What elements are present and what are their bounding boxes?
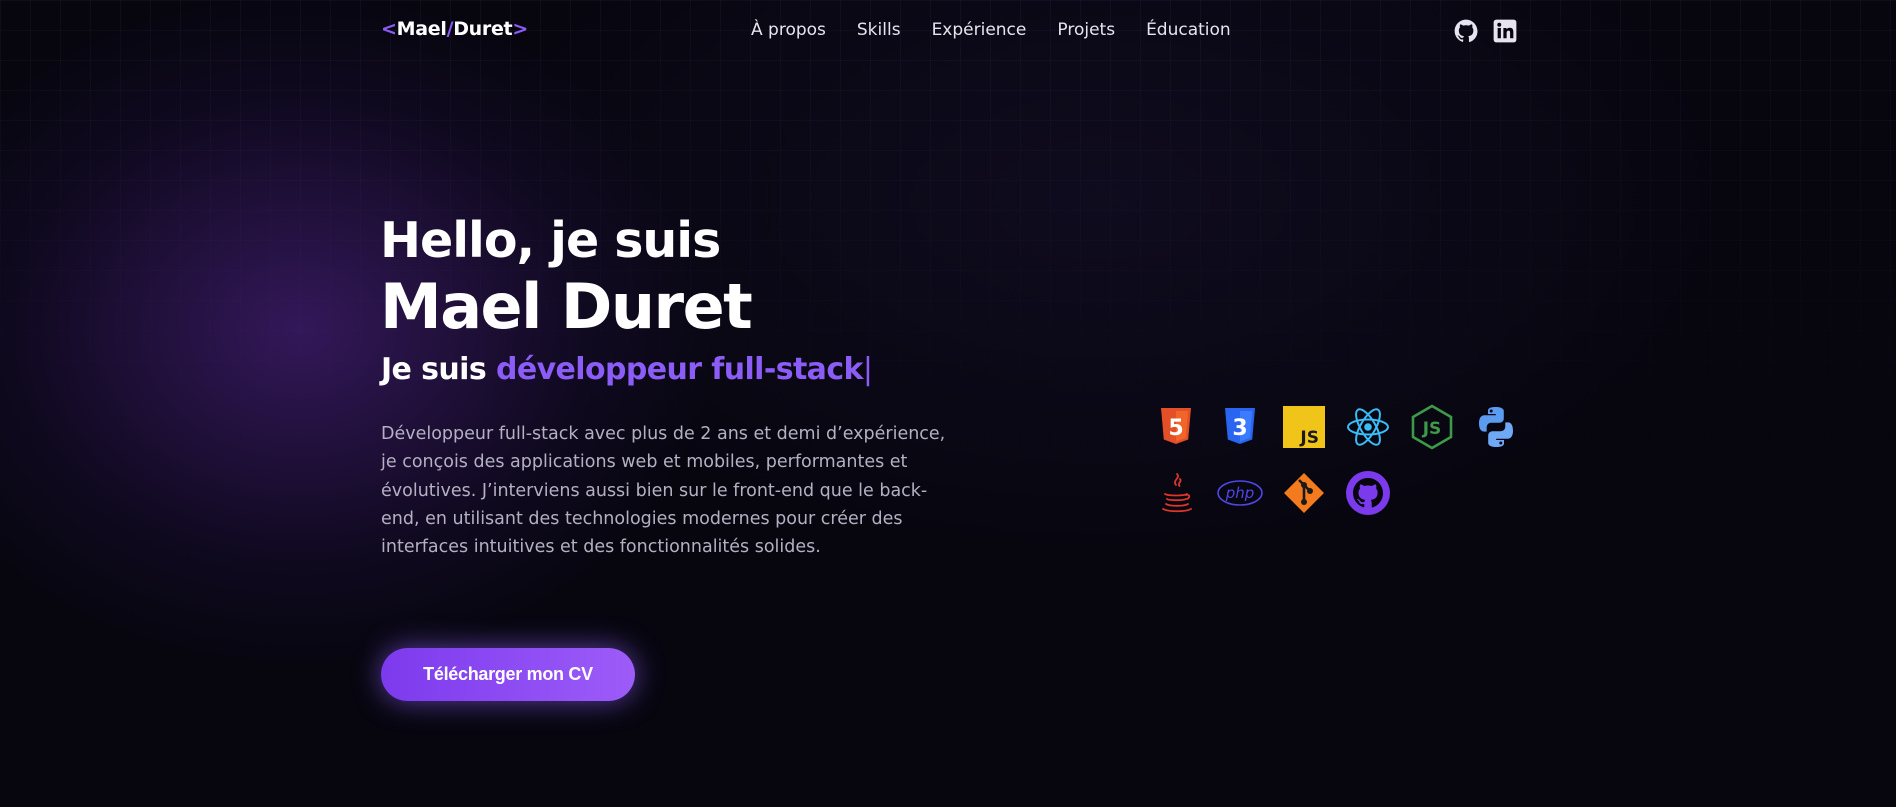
skill-css3: 3 (1217, 404, 1263, 450)
skill-php: php (1217, 470, 1263, 516)
hero-role: Je suis développeur full-stack| (381, 352, 873, 387)
linkedin-icon (1493, 19, 1517, 43)
site-header: <Mael/Duret> À propos Skills Expérience … (0, 0, 1896, 60)
github-link[interactable] (1453, 18, 1479, 44)
hero-greeting: Hello, je suis (380, 212, 721, 269)
site-logo[interactable]: <Mael/Duret> (381, 18, 528, 40)
hero-role-prefix: Je suis (381, 352, 496, 387)
nav-link-a-propos[interactable]: À propos (751, 20, 826, 40)
main-nav: À propos Skills Expérience Projets Éduca… (751, 20, 1262, 40)
git-icon (1284, 473, 1324, 513)
background-grid (0, 0, 1896, 460)
skill-github (1345, 470, 1391, 516)
css3-icon: 3 (1225, 408, 1255, 444)
svg-text:3: 3 (1232, 416, 1247, 441)
github-icon (1346, 471, 1390, 515)
logo-first-name: Mael (396, 18, 447, 40)
skill-html5: 5 (1153, 404, 1199, 450)
python-icon (1479, 407, 1513, 447)
logo-last-name: Duret (453, 18, 513, 40)
skill-nodejs: JS (1409, 404, 1455, 450)
svg-text:JS: JS (1422, 419, 1442, 439)
nav-link-projets[interactable]: Projets (1057, 20, 1115, 40)
javascript-icon: JS (1283, 406, 1325, 448)
download-cv-button[interactable]: Télécharger mon CV (381, 648, 635, 701)
linkedin-link[interactable] (1492, 18, 1518, 44)
social-links (1453, 18, 1518, 44)
java-icon (1162, 473, 1192, 513)
svg-text:JS: JS (1299, 428, 1319, 448)
hero-name: Mael Duret (380, 270, 753, 343)
nav-link-education[interactable]: Éducation (1146, 20, 1231, 40)
skills-grid: 5 3 JS JS php (1153, 404, 1523, 516)
skill-python (1473, 404, 1519, 450)
php-icon: php (1217, 480, 1263, 506)
svg-text:5: 5 (1168, 416, 1183, 441)
skill-javascript: JS (1281, 404, 1327, 450)
html5-icon: 5 (1161, 408, 1191, 444)
nav-link-skills[interactable]: Skills (857, 20, 901, 40)
skill-git (1281, 470, 1327, 516)
nav-link-experience[interactable]: Expérience (932, 20, 1027, 40)
nodejs-icon: JS (1411, 404, 1453, 450)
skill-react (1345, 404, 1391, 450)
logo-bracket-close: > (512, 18, 528, 40)
typing-cursor: | (862, 352, 873, 387)
react-icon (1347, 408, 1389, 446)
hero-bio: Développeur full-stack avec plus de 2 an… (381, 424, 946, 558)
skill-java (1153, 470, 1199, 516)
svg-text:php: php (1225, 484, 1255, 502)
github-icon (1454, 19, 1478, 43)
logo-bracket-open: < (381, 18, 397, 40)
hero-role-typed: développeur full-stack (495, 352, 864, 387)
